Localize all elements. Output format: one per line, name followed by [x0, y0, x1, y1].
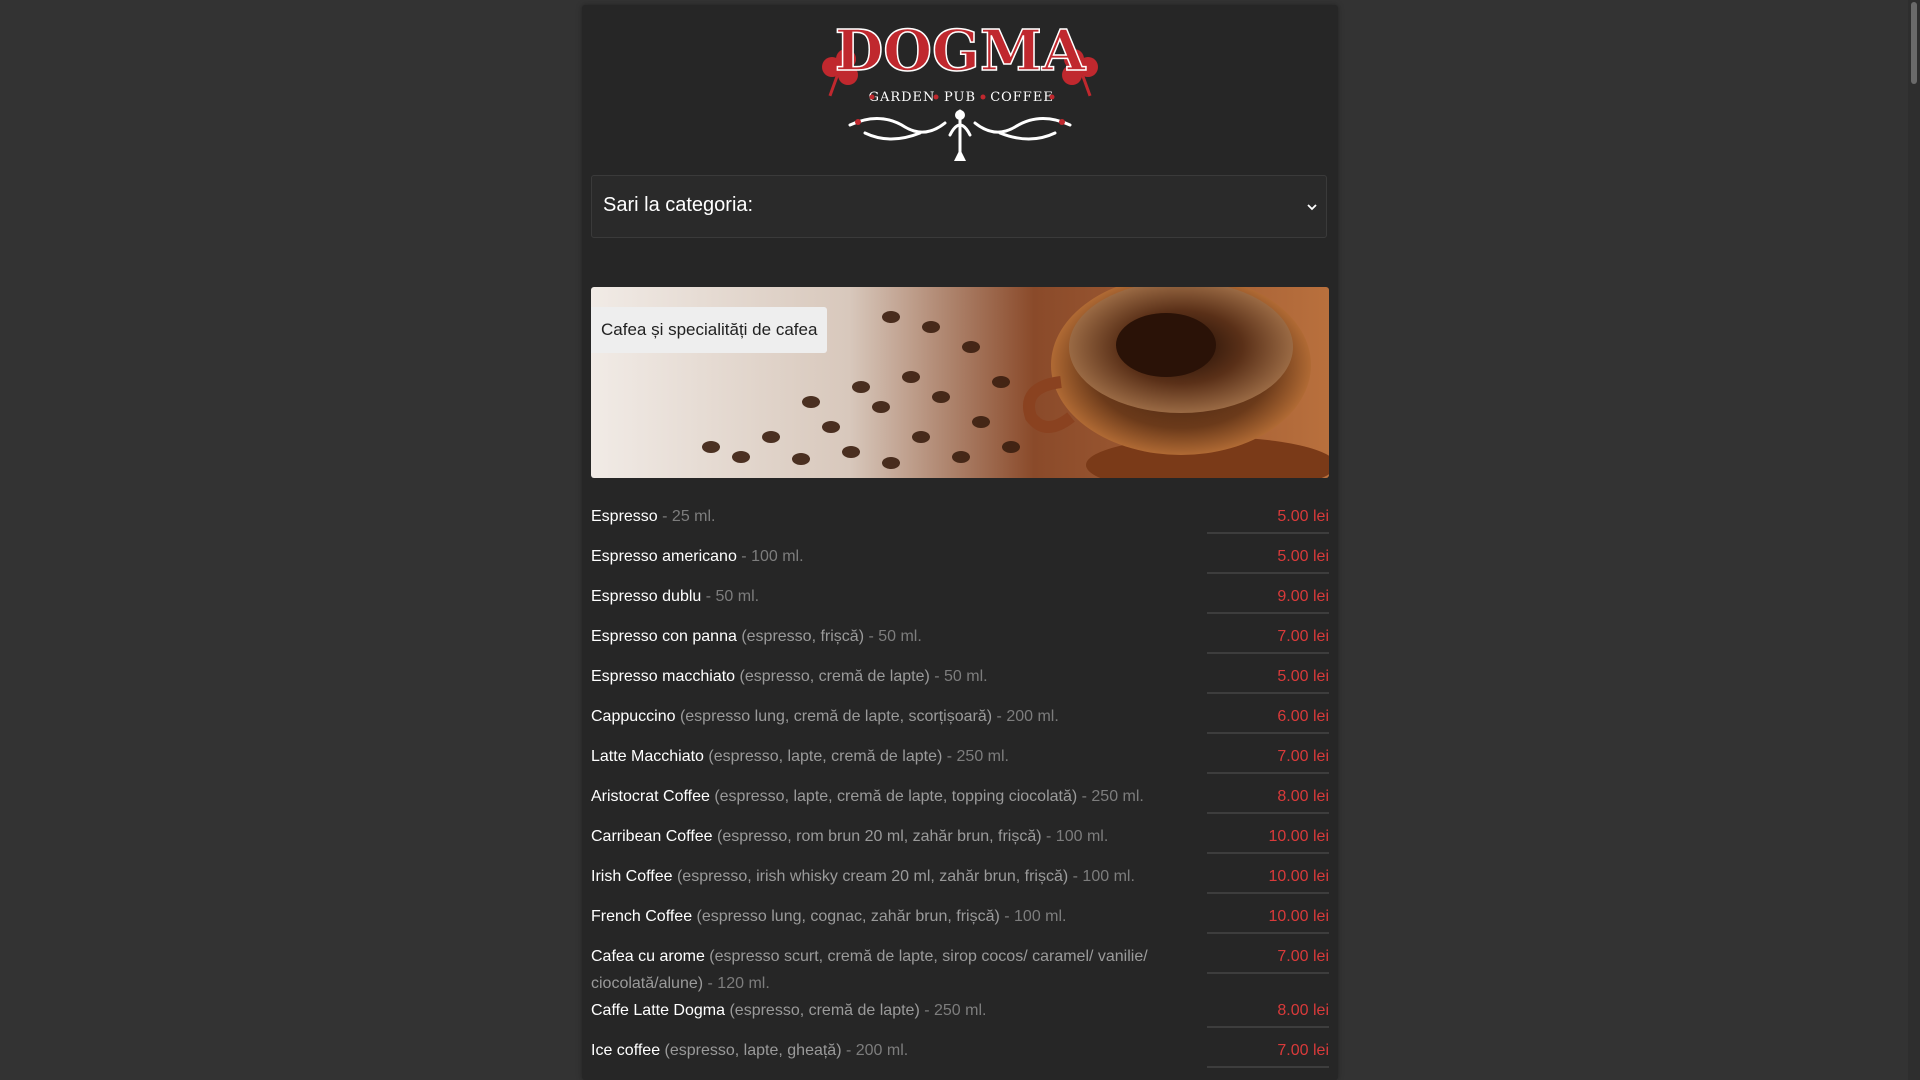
- item-description: (espresso, rom brun 20 ml, zahăr brun, f…: [712, 828, 1042, 845]
- item-volume: - 50 ml.: [929, 668, 988, 685]
- item-price: 7.00 lei: [1207, 743, 1329, 774]
- item-name: Cappuccino: [591, 708, 676, 725]
- logo-wordmark: DOGMA: [835, 18, 1087, 84]
- item-volume: - 100 ml.: [1068, 868, 1135, 885]
- logo-tagline-coffee: COFFEE: [990, 90, 1054, 105]
- menu-list: Espresso - 25 ml. 5.00 lei Espresso amer…: [591, 503, 1329, 1077]
- item-volume: - 25 ml.: [657, 508, 716, 525]
- item-volume: - 100 ml.: [736, 548, 804, 565]
- item-price: 10.00 lei: [1207, 903, 1329, 934]
- item-price: 8.00 lei: [1207, 783, 1329, 814]
- item-name: Cafea cu arome: [591, 948, 705, 965]
- item-volume: - 50 ml.: [701, 588, 760, 605]
- scrollbar-thumb[interactable]: [1911, 2, 1917, 84]
- menu-item: Espresso americano - 100 ml. 5.00 lei: [591, 543, 1329, 583]
- menu-item: Aristocrat Coffee (espresso, lapte, crem…: [591, 783, 1329, 823]
- item-name: Espresso macchiato: [591, 668, 736, 685]
- item-price: 10.00 lei: [1207, 823, 1329, 854]
- item-name: Espresso: [591, 508, 658, 525]
- item-name: French Coffee: [591, 908, 693, 925]
- category-select[interactable]: Sari la categoria:: [591, 175, 1327, 238]
- item-name: Aristocrat Coffee: [591, 788, 710, 805]
- item-name: Latte Macchiato: [591, 748, 704, 765]
- item-name: Espresso dublu: [591, 588, 702, 605]
- menu-item: Irish Coffee (espresso, irish whisky cre…: [591, 863, 1329, 903]
- item-price: 7.00 lei: [1207, 1037, 1329, 1068]
- item-volume: - 100 ml.: [999, 908, 1067, 925]
- menu-item: Espresso dublu - 50 ml. 9.00 lei: [591, 583, 1329, 623]
- item-price: 5.00 lei: [1207, 503, 1329, 534]
- item-description: (espresso, irish whisky cream 20 ml, zah…: [672, 868, 1069, 885]
- item-name: Carribean Coffee: [591, 828, 713, 845]
- item-price: 5.00 lei: [1207, 543, 1329, 574]
- item-name: Caffe Latte Dogma: [591, 1002, 726, 1019]
- item-description: (espresso, frișcă): [736, 628, 865, 645]
- menu-item: Ice coffee (espresso, lapte, gheață) - 2…: [591, 1037, 1329, 1077]
- logo-tagline-pub: PUB: [944, 90, 976, 105]
- item-price: 7.00 lei: [1207, 623, 1329, 654]
- item-volume: - 120 ml.: [703, 975, 770, 992]
- item-price: 7.00 lei: [1207, 943, 1329, 974]
- menu-item: Espresso con panna (espresso, frișcă) - …: [591, 623, 1329, 663]
- item-price: 9.00 lei: [1207, 583, 1329, 614]
- item-volume: - 200 ml.: [841, 1042, 909, 1059]
- item-price: 8.00 lei: [1207, 997, 1329, 1028]
- page-scrollbar[interactable]: [1908, 0, 1920, 1080]
- menu-item: Carribean Coffee (espresso, rom brun 20 …: [591, 823, 1329, 863]
- menu-item: Espresso macchiato (espresso, cremă de l…: [591, 663, 1329, 703]
- item-description: (espresso, lapte, gheață): [660, 1042, 842, 1059]
- item-volume: - 250 ml.: [1077, 788, 1144, 805]
- category-title: Cafea și specialități de cafea: [591, 307, 828, 353]
- item-price: 6.00 lei: [1207, 703, 1329, 734]
- item-description: (espresso lung, cognac, zahăr brun, friș…: [692, 908, 1000, 925]
- logo-tagline-garden: GARDEN: [869, 90, 936, 105]
- menu-item: French Coffee (espresso lung, cognac, za…: [591, 903, 1329, 943]
- item-name: Espresso con panna: [591, 628, 737, 645]
- item-description: (espresso, lapte, cremă de lapte, toppin…: [709, 788, 1078, 805]
- item-name: Espresso americano: [591, 548, 737, 565]
- item-volume: - 100 ml.: [1041, 828, 1109, 845]
- item-volume: - 250 ml.: [942, 748, 1009, 765]
- menu-page: DOGMA GARDEN PUB COFFEE Sari la categori…: [582, 5, 1338, 1080]
- item-name: Irish Coffee: [591, 868, 673, 885]
- item-name: Ice coffee: [591, 1042, 661, 1059]
- item-description: (espresso, lapte, cremă de lapte): [703, 748, 943, 765]
- item-volume: - 250 ml.: [919, 1002, 987, 1019]
- item-price: 5.00 lei: [1207, 663, 1329, 694]
- logo-graphic: DOGMA GARDEN PUB COFFEE: [822, 17, 1098, 161]
- menu-item: Latte Macchiato (espresso, lapte, cremă …: [591, 743, 1329, 783]
- chevron-down-icon: [1307, 204, 1317, 211]
- dogma-logo[interactable]: DOGMA GARDEN PUB COFFEE: [582, 15, 1338, 165]
- category-select-label: Sari la categoria:: [603, 194, 754, 216]
- item-volume: - 200 ml.: [992, 708, 1059, 725]
- item-description: (espresso lung, cremă de lapte, scorțișo…: [675, 708, 993, 725]
- menu-item: Espresso - 25 ml. 5.00 lei: [591, 503, 1329, 543]
- item-description: (espresso, cremă de lapte): [725, 1002, 920, 1019]
- menu-item: Cappuccino (espresso lung, cremă de lapt…: [591, 703, 1329, 743]
- menu-item: Cafea cu arome (espresso scurt, cremă de…: [591, 943, 1329, 997]
- item-price: 10.00 lei: [1207, 863, 1329, 894]
- category-banner: Cafea și specialități de cafea: [591, 287, 1329, 478]
- menu-item: Caffe Latte Dogma (espresso, cremă de la…: [591, 997, 1329, 1037]
- item-description: (espresso, cremă de lapte): [735, 668, 930, 685]
- item-volume: - 50 ml.: [864, 628, 922, 645]
